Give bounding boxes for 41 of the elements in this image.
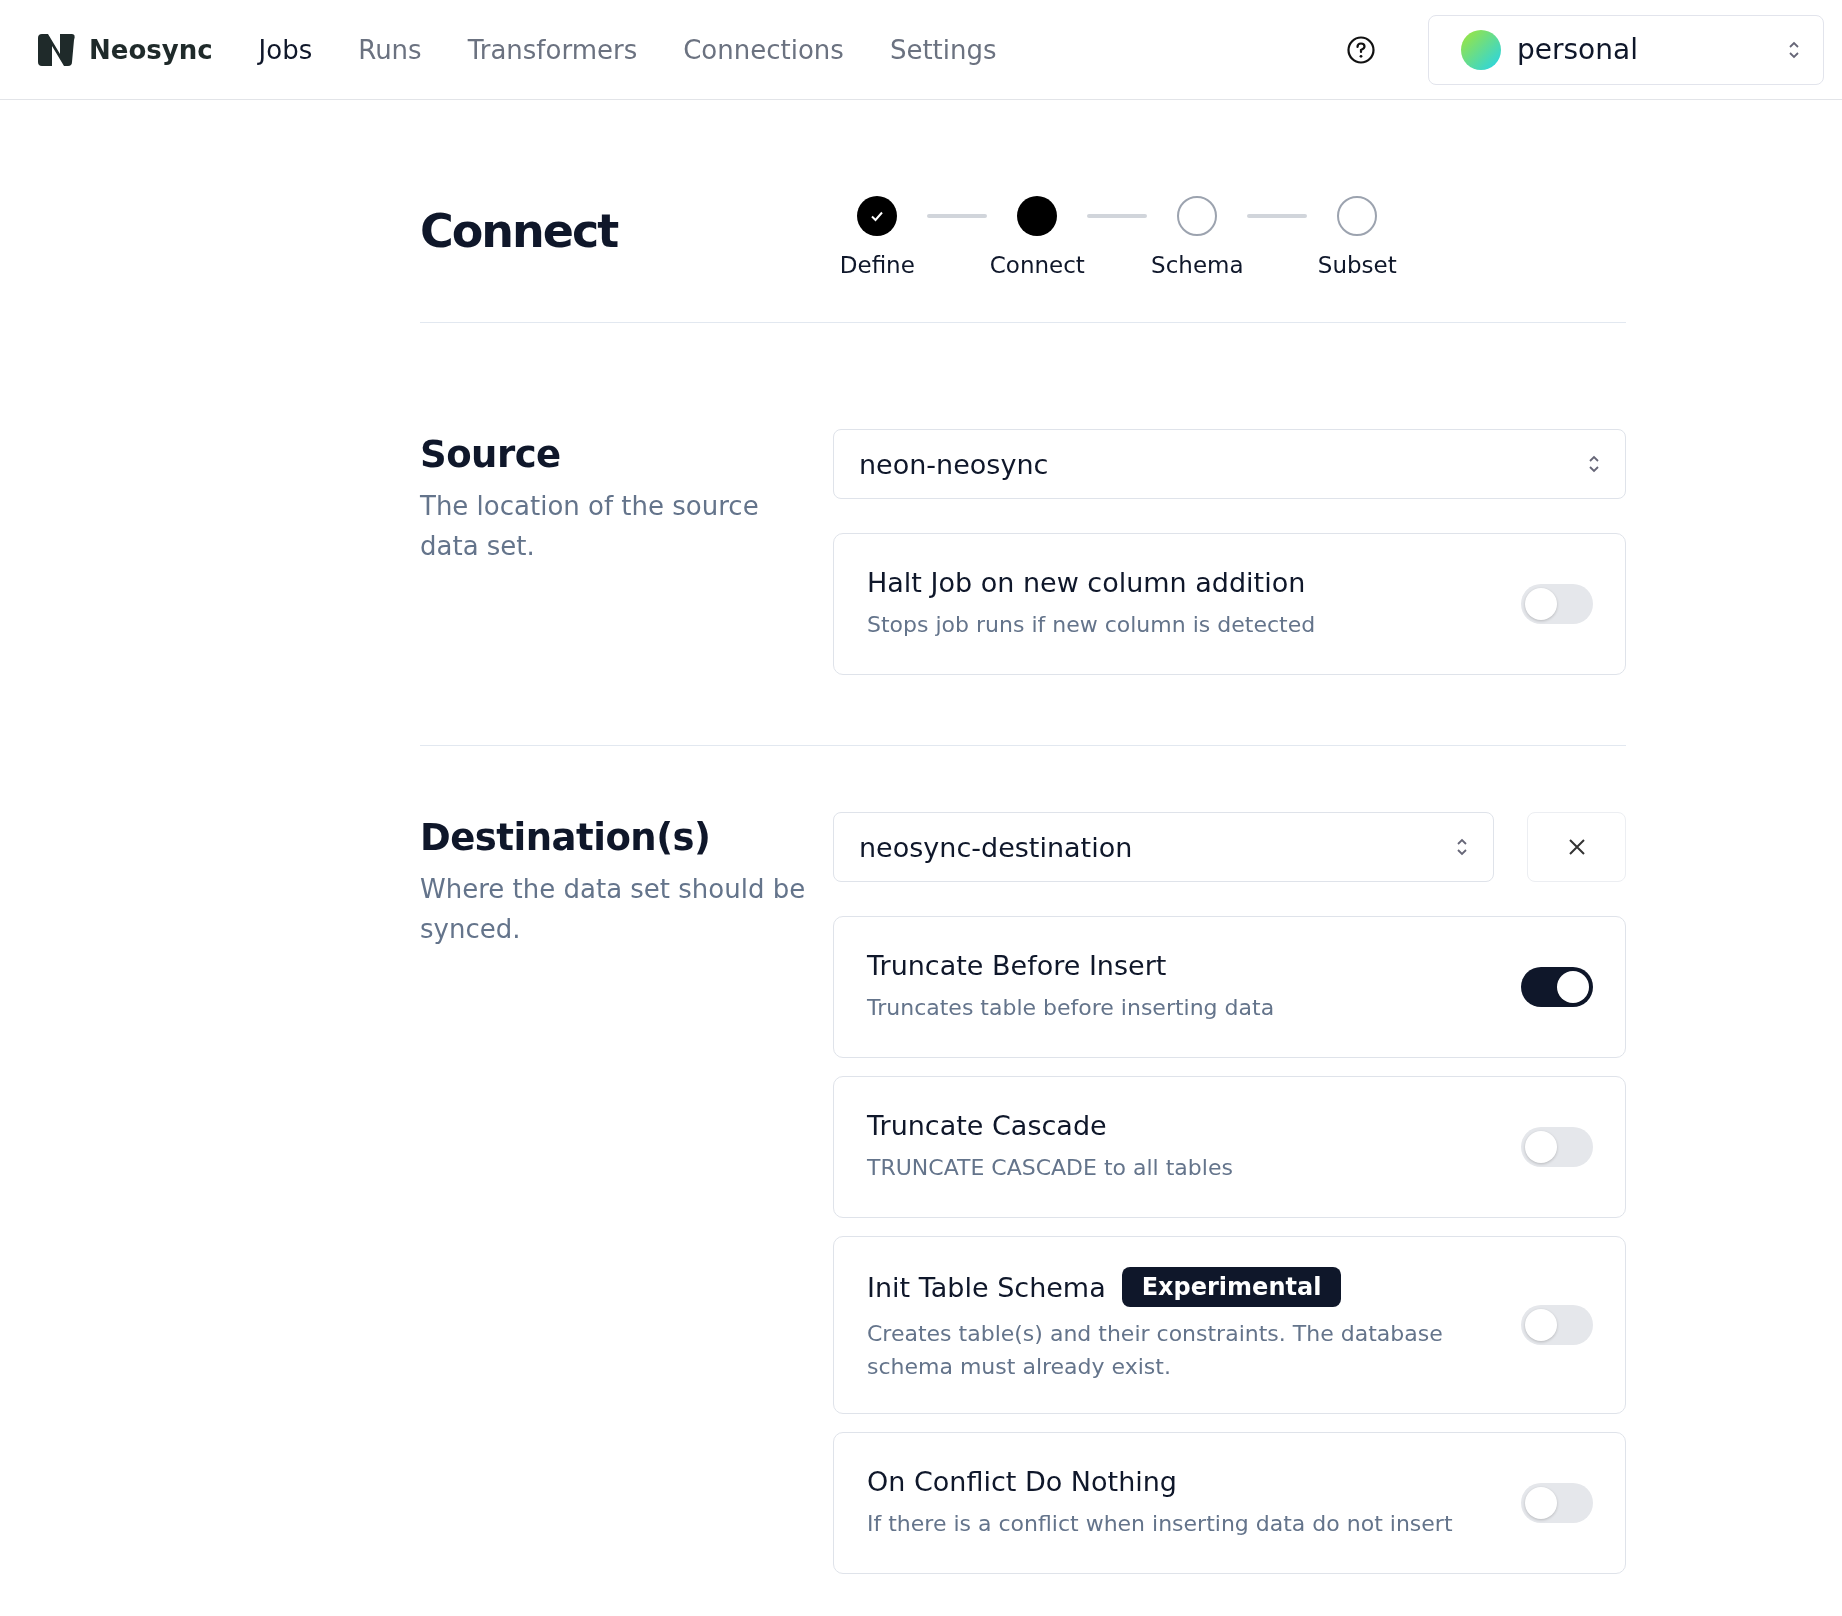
option-title: Init Table Schema xyxy=(867,1271,1106,1303)
option-title: Truncate Cascade xyxy=(867,1110,1107,1141)
section-heading: Source xyxy=(420,433,562,476)
account-select[interactable]: personal xyxy=(1428,14,1824,85)
brand-name: Neosync xyxy=(89,34,213,65)
option-description: TRUNCATE CASCADE to all tables xyxy=(867,1154,1233,1182)
section-description: The location of the source data set. xyxy=(420,490,760,563)
option-title: On Conflict Do Nothing xyxy=(867,1466,1177,1497)
chevron-icon xyxy=(1455,836,1469,858)
section-heading: Destination(s) xyxy=(420,816,712,859)
avatar-icon xyxy=(1461,29,1501,70)
experimental-badge: Experimental xyxy=(1121,1267,1342,1307)
option-title: Halt Job on new column addition xyxy=(867,567,1307,598)
toggle-switch[interactable] xyxy=(1521,584,1593,624)
help-icon[interactable] xyxy=(1346,34,1376,65)
account-name: personal xyxy=(1517,33,1639,66)
nav-link[interactable]: Settings xyxy=(889,34,997,65)
nav-link[interactable]: Connections xyxy=(683,34,844,65)
toggle-switch[interactable] xyxy=(1521,1127,1593,1167)
page-title: Connect xyxy=(420,204,618,258)
option-description: If there is a conflict when inserting data do not insert xyxy=(867,1510,1453,1538)
option-description: Stops job runs if new column is detected xyxy=(867,611,1316,639)
remove-button[interactable] xyxy=(1527,812,1626,882)
nav-link[interactable]: Runs xyxy=(358,34,422,65)
nav-link[interactable]: Transformers xyxy=(467,34,638,65)
section-description: Where the data set should be synced. xyxy=(420,873,807,946)
destination-select[interactable]: neosync-destination xyxy=(833,812,1494,882)
step-label: Define xyxy=(839,252,915,278)
nav-link[interactable]: Jobs xyxy=(258,34,313,65)
toggle-switch[interactable] xyxy=(1521,1305,1593,1345)
step-label: Subset xyxy=(1317,252,1397,278)
source-select[interactable]: neon-neosync xyxy=(833,429,1626,499)
option-description: Creates table(s) and their constraints. The database schema must already exist. xyxy=(867,1320,1444,1381)
chevron-icon xyxy=(1587,453,1601,475)
toggle-switch[interactable] xyxy=(1521,967,1593,1007)
logo-icon xyxy=(35,31,77,68)
step-label: Schema xyxy=(1151,252,1244,278)
toggle-switch[interactable] xyxy=(1521,1483,1593,1523)
option-description: Truncates table before inserting data xyxy=(867,994,1275,1022)
step-label: Connect xyxy=(989,252,1085,278)
option-title: Truncate Before Insert xyxy=(867,950,1167,981)
